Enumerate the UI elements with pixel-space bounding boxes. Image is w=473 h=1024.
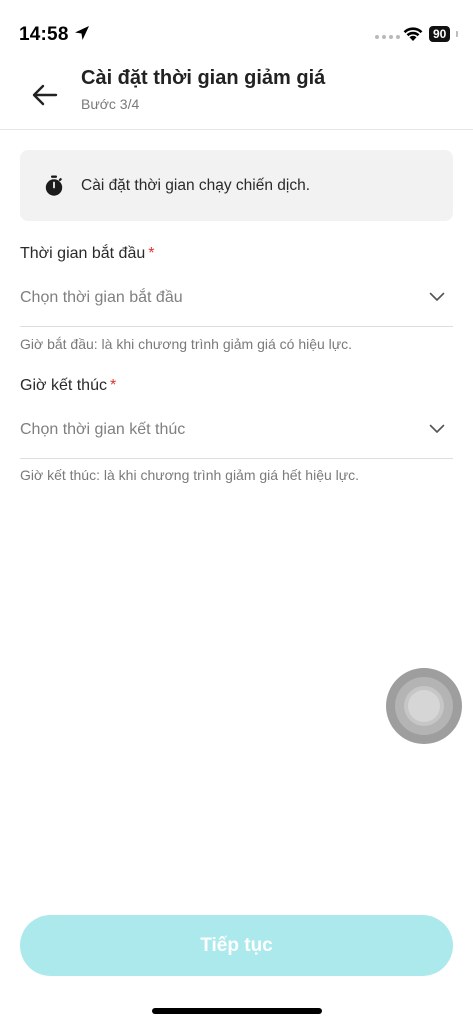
end-time-label: Giờ kết thúc * bbox=[20, 377, 116, 395]
info-text: Cài đặt thời gian chạy chiến dịch. bbox=[81, 177, 311, 194]
stopwatch-icon bbox=[45, 175, 63, 196]
home-indicator bbox=[152, 1008, 322, 1014]
arrow-left-icon bbox=[32, 84, 58, 106]
page-header: Cài đặt thời gian giảm giá Bước 3/4 bbox=[0, 60, 473, 130]
end-time-label-text: Giờ kết thúc bbox=[20, 377, 107, 394]
required-mark: * bbox=[109, 377, 117, 394]
start-time-label: Thời gian bắt đầu * bbox=[20, 245, 154, 263]
wifi-icon bbox=[403, 27, 423, 41]
start-time-label-text: Thời gian bắt đầu bbox=[20, 245, 146, 262]
battery-cap bbox=[456, 31, 458, 37]
end-time-helper: Giờ kết thúc: là khi chương trình giảm g… bbox=[20, 467, 360, 483]
start-time-select[interactable]: Chọn thời gian bắt đầu bbox=[20, 271, 453, 327]
chevron-down-icon bbox=[429, 424, 445, 433]
assistive-core bbox=[408, 690, 440, 722]
status-bar: 14:58 90 bbox=[0, 0, 473, 60]
screen: 14:58 90 Cài đặt thời gian giảm giá Bước… bbox=[0, 0, 473, 1024]
location-arrow-icon bbox=[75, 26, 89, 40]
back-button[interactable] bbox=[22, 72, 68, 118]
step-indicator: Bước 3/4 bbox=[81, 96, 140, 112]
battery-indicator: 90 bbox=[429, 26, 451, 42]
continue-button[interactable]: Tiếp tục bbox=[20, 915, 453, 976]
end-time-select[interactable]: Chọn thời gian kết thúc bbox=[20, 403, 453, 459]
status-time: 14:58 bbox=[19, 24, 69, 45]
info-banner: Cài đặt thời gian chạy chiến dịch. bbox=[20, 150, 453, 221]
start-time-placeholder: Chọn thời gian bắt đầu bbox=[20, 289, 183, 306]
end-time-placeholder: Chọn thời gian kết thúc bbox=[20, 421, 186, 438]
chevron-down-icon bbox=[429, 292, 445, 301]
required-mark: * bbox=[148, 245, 155, 262]
cellular-signal-icon bbox=[375, 35, 400, 39]
start-time-helper: Giờ bắt đầu: là khi chương trình giảm gi… bbox=[20, 336, 353, 352]
page-title: Cài đặt thời gian giảm giá bbox=[81, 67, 326, 89]
assistive-touch-button[interactable] bbox=[386, 668, 462, 744]
